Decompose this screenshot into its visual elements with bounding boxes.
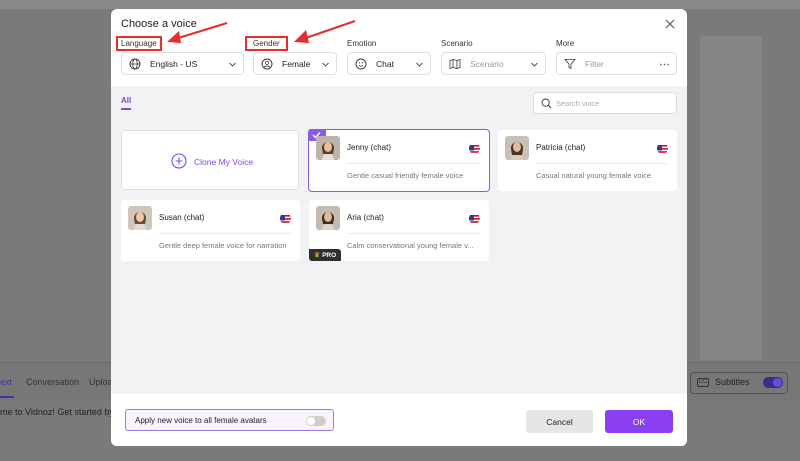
us-flag-icon — [469, 143, 480, 154]
card-divider — [347, 163, 480, 164]
voice-card-susan[interactable]: Susan (chat) Gentle deep female voice fo… — [121, 200, 300, 261]
tab-all-underline — [121, 108, 131, 110]
voice-name: Aria (chat) — [347, 213, 384, 222]
avatar — [128, 206, 152, 230]
annotation-box-gender — [245, 36, 288, 51]
subtitles-toggle[interactable] — [763, 377, 783, 388]
emotion-value: Chat — [376, 59, 394, 69]
avatar — [316, 206, 340, 230]
apply-all-female-option: Apply new voice to all female avatars — [125, 409, 334, 431]
voice-description: Calm conservational young female v... — [347, 241, 474, 250]
avatar — [505, 136, 529, 160]
search-voice-input[interactable] — [556, 96, 671, 111]
globe-icon — [129, 58, 141, 70]
smiley-icon — [355, 58, 367, 70]
voice-description: Gentle casual friendly female voice — [347, 171, 464, 180]
pro-badge: ♛ PRO — [309, 249, 341, 261]
voice-description: Gentle deep female voice for narration — [159, 241, 287, 250]
voice-name: Patricia (chat) — [536, 143, 586, 152]
more-filter-select[interactable]: Filter — [556, 52, 677, 75]
annotation-box-language — [116, 36, 162, 51]
annotation-arrow-gender — [294, 19, 356, 43]
chevron-down-icon — [229, 62, 236, 67]
voice-list-area: All Clone My Voice — [111, 86, 687, 394]
more-dots-icon — [660, 63, 669, 66]
search-icon — [541, 98, 552, 109]
modal-footer: Apply new voice to all female avatars Ca… — [111, 394, 687, 446]
tab-all[interactable]: All — [121, 96, 131, 105]
funnel-icon — [564, 59, 576, 70]
app-tab-text[interactable]: ext — [0, 377, 12, 387]
voice-name: Susan (chat) — [159, 213, 205, 222]
search-voice-box[interactable] — [533, 92, 677, 114]
voice-description: Casual natural young female voice — [536, 171, 652, 180]
voice-name: Jenny (chat) — [347, 143, 392, 152]
scenario-select[interactable]: Scenario — [441, 52, 546, 75]
editor-text: me to Vidnoz! Get started by ty — [0, 407, 124, 417]
apply-all-female-label: Apply new voice to all female avatars — [135, 416, 267, 425]
app-tab-conversation[interactable]: Conversation — [26, 377, 79, 387]
apply-all-female-toggle[interactable] — [306, 416, 326, 426]
annotation-arrow-language — [167, 21, 228, 43]
card-divider — [536, 163, 668, 164]
pro-badge-label: PRO — [322, 251, 337, 259]
more-filter-value: Filter — [585, 59, 604, 69]
clone-my-voice-card[interactable]: Clone My Voice — [121, 130, 299, 190]
plus-circle-icon — [171, 153, 187, 169]
crown-icon: ♛ — [313, 252, 321, 259]
voice-card-patricia[interactable]: Patricia (chat) Casual natural young fem… — [498, 130, 677, 191]
language-value: English - US — [150, 59, 198, 69]
chevron-down-icon — [416, 62, 423, 67]
cancel-button[interactable]: Cancel — [526, 410, 593, 433]
us-flag-icon — [469, 213, 480, 224]
gender-value: Female — [282, 59, 311, 69]
voice-card-jenny[interactable]: Jenny (chat) Gentle casual friendly fema… — [308, 129, 490, 192]
emotion-select[interactable]: Chat — [347, 52, 431, 75]
close-icon[interactable] — [664, 17, 676, 29]
cc-icon: CC — [697, 378, 709, 387]
app-tab-underline — [0, 396, 14, 398]
card-divider — [347, 233, 480, 234]
voice-card-aria[interactable]: Aria (chat) Calm conservational young fe… — [309, 200, 489, 261]
chevron-down-icon — [322, 62, 329, 67]
ok-button[interactable]: OK — [605, 410, 673, 433]
chevron-down-icon — [531, 62, 538, 67]
app-topbar — [0, 0, 800, 9]
more-label: More — [556, 39, 575, 48]
gender-select[interactable]: Female — [253, 52, 337, 75]
choose-voice-modal: Choose a voice Language Gender Emotion S… — [111, 9, 687, 446]
card-divider — [159, 233, 291, 234]
clone-my-voice-label: Clone My Voice — [194, 157, 254, 167]
app-canvas-panel — [700, 36, 762, 360]
scenario-label: Scenario — [441, 39, 473, 48]
person-icon — [261, 58, 273, 70]
app-tab-upload[interactable]: Uploa — [89, 377, 113, 387]
map-icon — [449, 58, 461, 70]
language-select[interactable]: English - US — [121, 52, 244, 75]
subtitles-label: Subtitles — [715, 377, 750, 387]
scenario-value: Scenario — [470, 59, 504, 69]
us-flag-icon — [280, 213, 291, 224]
us-flag-icon — [657, 143, 668, 154]
avatar — [316, 136, 340, 160]
